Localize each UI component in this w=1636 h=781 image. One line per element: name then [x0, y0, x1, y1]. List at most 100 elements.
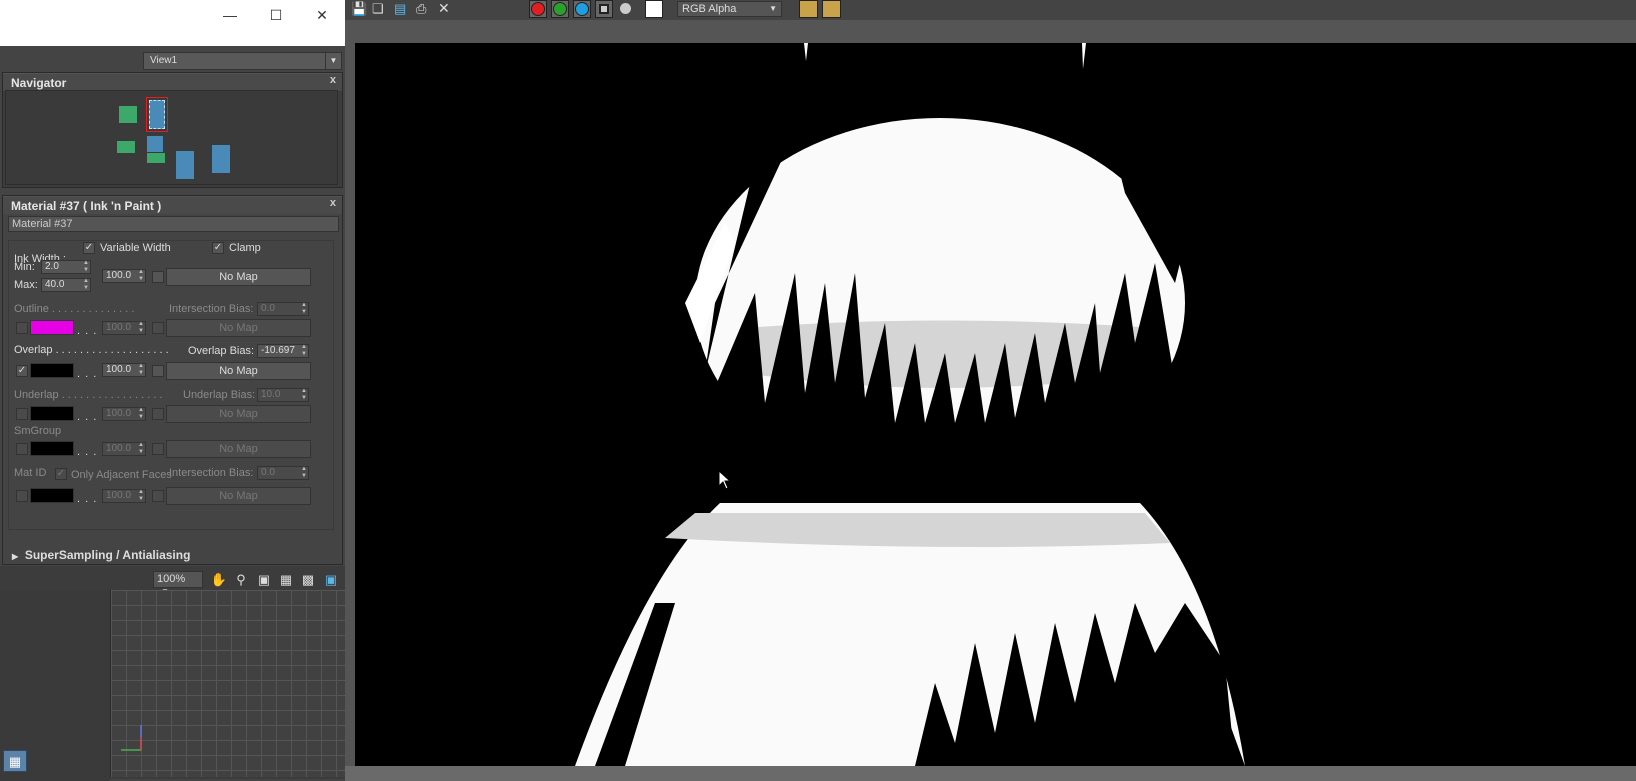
overlap-map-button[interactable]: No Map — [166, 362, 311, 380]
ink-amount-spinner[interactable]: 100.0 ▲ ▼ — [102, 269, 146, 283]
ink-map-button[interactable]: No Map — [166, 268, 311, 286]
minimize-button[interactable]: — — [207, 0, 253, 30]
outline-color-swatch[interactable] — [30, 320, 74, 335]
color-swatch-button[interactable] — [645, 0, 663, 18]
channel-selector[interactable]: RGB Alpha ▼ — [677, 1, 782, 17]
underlap-label: Underlap . . . . . . . . . . . . . . . .… — [14, 389, 163, 401]
matid-amount-spinner[interactable]: 100.0 ▲ ▼ — [102, 489, 146, 503]
nav-node[interactable] — [117, 141, 135, 153]
chevron-down-icon: ▼ — [769, 4, 777, 13]
render-output — [355, 43, 1636, 766]
view-grid[interactable] — [110, 590, 345, 777]
outline-amount-spinner[interactable]: 100.0 ▲ ▼ — [102, 321, 146, 335]
supersampling-rollout[interactable]: ▶ SuperSampling / Antialiasing — [6, 548, 335, 564]
copy-icon[interactable]: ▤ — [394, 1, 406, 17]
nav-viewport-frame[interactable] — [146, 97, 168, 132]
underlap-checkbox[interactable] — [16, 408, 28, 420]
expand-arrow-icon: ▶ — [12, 552, 19, 561]
min-spinner[interactable]: 2.0 ▲ ▼ — [41, 260, 91, 274]
overlap-checkbox[interactable]: ✓ — [16, 365, 28, 377]
print-icon[interactable]: ⎙ — [416, 1, 426, 17]
outline-map-button[interactable]: No Map — [166, 319, 311, 337]
nav-node[interactable] — [147, 136, 163, 152]
clone-icon[interactable]: ❏ — [372, 1, 384, 17]
view-selector-value: View1 — [150, 55, 178, 66]
overlap-amount-spinner[interactable]: 100.0 ▲ ▼ — [102, 363, 146, 377]
smgroup-amount-spinner[interactable]: 100.0 ▲ ▼ — [102, 442, 146, 456]
ink-rollout: Ink Width : ✓ Variable Width ✓ Clamp Min… — [8, 240, 334, 530]
teapot-render-icon[interactable] — [799, 0, 818, 18]
outline-bias-label: Intersection Bias: — [169, 303, 254, 315]
navigator-canvas[interactable] — [5, 90, 338, 185]
underlap-color-swatch[interactable] — [30, 406, 74, 421]
clear-icon[interactable]: ✕ — [438, 0, 450, 17]
outline-label: Outline . . . . . . . . . . . . . . — [14, 303, 135, 315]
underlap-amount-value: 100.0 — [106, 408, 132, 419]
min-value: 2.0 — [45, 261, 59, 272]
underlap-amount-spinner[interactable]: 100.0 ▲ ▼ — [102, 407, 146, 421]
frame-selected-icon[interactable]: ▦ — [277, 571, 295, 588]
matid-bias-spinner[interactable]: 0.0 ▲ ▼ — [257, 466, 309, 480]
zoom-selector[interactable]: 100% ▼ — [153, 571, 203, 596]
clamp-checkbox[interactable]: ✓ — [212, 242, 224, 254]
matid-amount-value: 100.0 — [106, 490, 132, 501]
nav-node[interactable] — [212, 145, 230, 173]
ink-map-checkbox[interactable] — [152, 271, 164, 283]
nav-node[interactable] — [147, 153, 165, 163]
matid-bias-label: Intersection Bias: — [169, 467, 254, 479]
max-spinner[interactable]: 40.0 ▲ ▼ — [41, 278, 91, 292]
red-channel-toggle[interactable] — [529, 0, 547, 18]
blue-channel-toggle[interactable] — [573, 0, 591, 18]
close-icon[interactable]: x — [330, 197, 336, 209]
close-icon[interactable]: x — [330, 74, 336, 86]
underlap-bias-value: 10.0 — [261, 389, 281, 400]
underlap-map-button[interactable]: No Map — [166, 405, 311, 423]
variable-width-label: Variable Width — [100, 242, 171, 254]
matid-map-button[interactable]: No Map — [166, 487, 311, 505]
nav-node[interactable] — [176, 151, 194, 179]
max-value: 40.0 — [45, 279, 65, 290]
mono-toggle-icon[interactable] — [620, 3, 631, 14]
zoom-magnifier-icon[interactable]: ⚲ — [232, 571, 250, 588]
green-channel-toggle[interactable] — [551, 0, 569, 18]
chevron-down-icon: ▼ — [325, 53, 341, 69]
navigator-toggle-icon[interactable]: ▦ — [3, 750, 27, 772]
frame-all-icon[interactable]: ▩ — [299, 571, 317, 588]
smgroup-color-swatch[interactable] — [30, 441, 74, 456]
overlap-bias-value: -10.697 — [261, 345, 295, 356]
matid-color-swatch[interactable] — [30, 488, 74, 503]
view-selector[interactable]: View1 ▼ — [143, 52, 342, 70]
pan-hand-icon[interactable]: ✋ — [210, 571, 228, 588]
save-icon[interactable]: 💾 — [351, 1, 367, 17]
ink-amount-value: 100.0 — [106, 270, 132, 281]
underlap-bias-spinner[interactable]: 10.0 ▲ ▼ — [257, 388, 309, 402]
axis-gizmo-icon — [121, 725, 142, 751]
overlap-bias-spinner[interactable]: -10.697 ▲ ▼ — [257, 344, 309, 358]
smgroup-label: SmGroup — [14, 425, 62, 437]
variable-width-checkbox[interactable]: ✓ — [83, 242, 95, 254]
matid-map-checkbox[interactable] — [152, 490, 164, 502]
smgroup-map-checkbox[interactable] — [152, 443, 164, 455]
overlap-color-swatch[interactable] — [30, 363, 74, 378]
nav-node[interactable] — [119, 106, 137, 123]
smgroup-checkbox[interactable] — [16, 443, 28, 455]
adjacent-faces-checkbox[interactable]: ✓ — [55, 468, 67, 480]
overlap-bias-label: Overlap Bias: — [188, 345, 255, 357]
material-name-field[interactable]: Material #37 — [8, 216, 339, 232]
matid-checkbox[interactable] — [16, 490, 28, 502]
material-title-bar: Material #37 ( Ink 'n Paint ) x — [3, 196, 342, 214]
underlap-map-checkbox[interactable] — [152, 408, 164, 420]
outline-bias-spinner[interactable]: 0.0 ▲ ▼ — [257, 302, 309, 316]
outline-map-checkbox[interactable] — [152, 322, 164, 334]
outline-checkbox[interactable] — [16, 322, 28, 334]
navigator-title: Navigator — [11, 76, 67, 90]
maximize-button[interactable]: ☐ — [253, 0, 299, 30]
overlap-map-checkbox[interactable] — [152, 365, 164, 377]
rendered-image[interactable] — [355, 43, 1636, 766]
close-button[interactable]: ✕ — [299, 0, 345, 30]
render-setup-icon[interactable] — [822, 0, 841, 18]
alpha-channel-toggle[interactable] — [595, 0, 613, 18]
zoom-extents-icon[interactable]: ▣ — [322, 571, 340, 588]
smgroup-map-button[interactable]: No Map — [166, 440, 311, 458]
zoom-region-icon[interactable]: ▣ — [255, 571, 273, 588]
